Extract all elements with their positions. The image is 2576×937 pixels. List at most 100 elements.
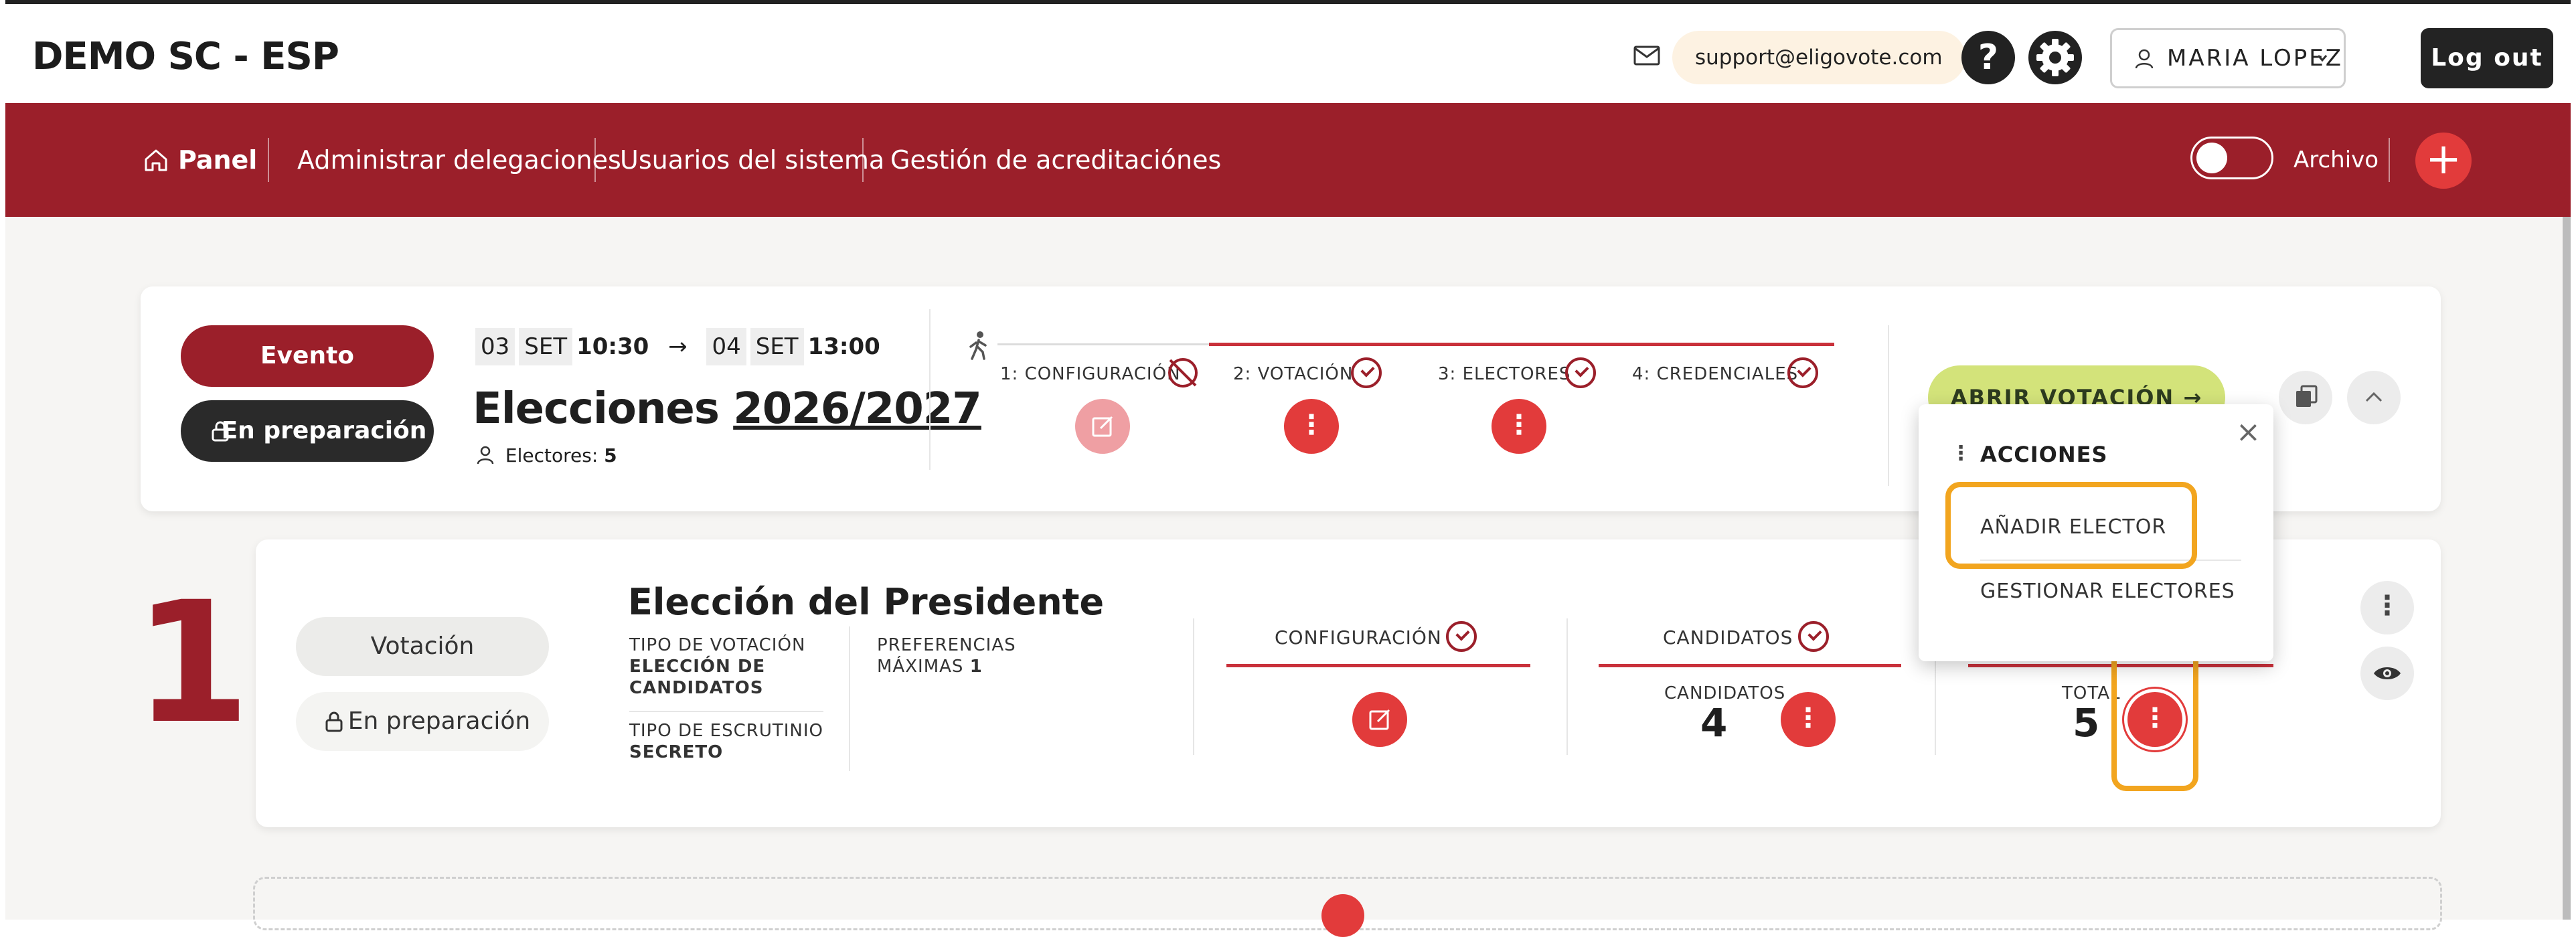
end-time: 13:00 (807, 333, 880, 360)
support-email-link[interactable]: support@eligovote.com (1672, 31, 1965, 84)
tipo-votacion-value: ELECCIÓN DE CANDIDATOS (629, 657, 766, 698)
manage-electores-item[interactable]: GESTIONAR ELECTORES (1980, 580, 2235, 603)
check-circle-icon (1446, 621, 1477, 652)
step-configuracion-label: 1: CONFIGURACIÓN (1000, 364, 1181, 384)
candidatos-header: CANDIDATOS (1663, 626, 1793, 649)
more-vertical-icon: ⋮ (1298, 410, 1325, 440)
vote-options-button[interactable]: ⋮ (2360, 581, 2414, 634)
card-divider (1193, 618, 1194, 755)
check-circle-icon (1351, 357, 1382, 388)
home-icon (145, 149, 167, 171)
step-votacion-label: 2: VOTACIÓN (1233, 364, 1354, 384)
tipo-votacion-label: TIPO DE VOTACIÓN (629, 635, 806, 655)
tipo-escrutinio-value: SECRETO (629, 742, 724, 762)
event-status-badge: En preparación (181, 400, 434, 462)
nav-divider (2389, 138, 2390, 182)
progress-track (997, 343, 1209, 345)
archive-toggle[interactable] (2190, 137, 2273, 179)
total-count: 5 (2073, 700, 2100, 746)
voters-label: Electores: (505, 444, 598, 466)
app-window: DEMO SC - ESP support@eligovote.com ? MA… (0, 0, 2576, 937)
event-voters: Electores: 5 (477, 444, 617, 466)
card-divider (1566, 618, 1568, 755)
help-button[interactable]: ? (1961, 31, 2015, 84)
view-vote-button[interactable] (2360, 647, 2414, 700)
event-dates: 03 SET 10:30 → 04 SET 13:00 (475, 328, 880, 365)
check-circle-icon (1798, 621, 1829, 652)
collapse-button[interactable] (2347, 371, 2401, 424)
vote-status-badge: En preparación (296, 692, 549, 751)
vote-type-badge: Votación (296, 617, 549, 676)
nav-divider (268, 138, 269, 182)
logout-button[interactable]: Log out (2421, 28, 2553, 88)
tipo-escrutinio: TIPO DE ESCRUTINIO SECRETO (629, 720, 830, 763)
copy-button[interactable] (2279, 371, 2332, 424)
gear-icon (2036, 39, 2074, 76)
more-vertical-icon: ⋮ (1506, 410, 1532, 440)
close-icon[interactable]: × (2236, 415, 2261, 449)
config-edit-button[interactable] (1352, 692, 1407, 747)
vote-number: 1 (134, 566, 250, 760)
arrow-right-icon: → (668, 333, 688, 360)
step-configuracion-edit-button[interactable] (1075, 399, 1130, 454)
actions-title: ACCIONES (1980, 442, 2108, 467)
event-title-link[interactable]: 2026/2027 (733, 384, 982, 434)
mail-icon (1633, 46, 1660, 66)
user-icon (477, 446, 494, 464)
field-divider (629, 711, 823, 712)
nav-divider (594, 138, 596, 182)
plus-icon: + (2425, 135, 2462, 184)
more-vertical-icon: ⋮ (1951, 442, 1971, 465)
chevron-down-icon (2317, 55, 2328, 62)
archive-label: Archivo (2293, 147, 2379, 173)
walking-person-icon (969, 331, 987, 360)
event-title: Elecciones 2026/2027 (473, 384, 982, 434)
step-electores-label: 3: ELECTORES (1438, 364, 1571, 384)
candidatos-count: 4 (1700, 700, 1728, 746)
step-electores-menu-button[interactable]: ⋮ (1492, 399, 1546, 454)
start-day: 03 (475, 328, 515, 365)
main-nav: Panel Administrar delegaciones Usuarios … (5, 103, 2571, 217)
add-event-button[interactable]: + (2415, 133, 2472, 189)
event-title-prefix: Elecciones (473, 384, 720, 434)
config-label: CONFIGURACIÓN (1275, 626, 1442, 649)
vote-status-text: En preparación (347, 707, 531, 735)
add-vote-button[interactable] (1321, 894, 1364, 937)
scrollbar[interactable] (2563, 217, 2571, 920)
candidatos-line (1599, 664, 1901, 667)
vote-title: Elección del Presidente (628, 581, 1105, 623)
tipo-votacion: TIPO DE VOTACIÓN ELECCIÓN DE CANDIDATOS (629, 634, 830, 699)
check-circle-icon (1565, 357, 1596, 388)
nav-item-usuarios[interactable]: Usuarios del sistema (620, 142, 884, 178)
more-vertical-icon: ⋮ (2374, 590, 2401, 621)
nav-item-panel[interactable]: Panel (178, 142, 257, 178)
end-month: SET (750, 328, 804, 365)
nav-divider (862, 138, 864, 182)
tipo-escrutinio-label: TIPO DE ESCRUTINIO (629, 721, 823, 741)
event-status-text: En preparación (221, 417, 427, 444)
field-divider (849, 626, 850, 771)
preferencias-label: PREFERENCIAS MÁXIMAS (877, 635, 1016, 677)
blocked-icon (1168, 358, 1198, 388)
edit-icon (1092, 416, 1113, 437)
event-type-badge: Evento (181, 325, 434, 387)
lock-icon (325, 711, 343, 732)
voters-count: 5 (604, 444, 617, 466)
top-header: DEMO SC - ESP support@eligovote.com ? MA… (5, 0, 2571, 103)
preferencias: PREFERENCIAS MÁXIMAS 1 (877, 634, 1031, 677)
settings-button[interactable] (2028, 31, 2082, 84)
toggle-knob (2196, 143, 2227, 173)
progress-fill (1209, 343, 1834, 346)
start-time: 10:30 (576, 333, 649, 360)
user-menu-button[interactable]: MARIA LOPEZ (2110, 28, 2346, 88)
nav-item-delegaciones[interactable]: Administrar delegaciones (297, 142, 621, 178)
copy-icon (2296, 385, 2318, 407)
preferencias-value: 1 (969, 657, 983, 677)
nav-item-acreditaciones[interactable]: Gestión de acreditaciónes (890, 142, 1221, 178)
more-vertical-icon: ⋮ (1795, 703, 1822, 734)
step-votacion-menu-button[interactable]: ⋮ (1284, 399, 1339, 454)
card-divider (1888, 325, 1889, 486)
user-icon (2135, 49, 2154, 69)
step-credenciales-label: 4: CREDENCIALES (1632, 364, 1799, 384)
candidatos-menu-button[interactable]: ⋮ (1781, 692, 1836, 747)
